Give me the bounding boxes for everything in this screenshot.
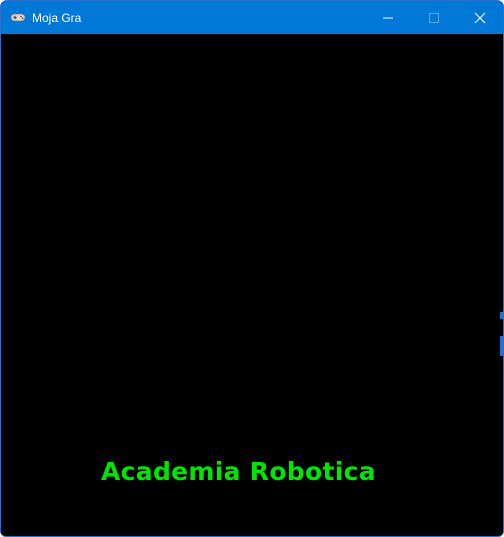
minimize-icon [383, 17, 393, 19]
close-button[interactable] [457, 1, 503, 34]
gamepad-icon [10, 10, 26, 24]
window-edge-marker [500, 336, 504, 356]
window-edge-marker [500, 312, 504, 319]
minimize-button[interactable] [365, 1, 411, 34]
close-icon [474, 12, 486, 24]
window-title: Moja Gra [32, 11, 82, 25]
game-title-text: Academia Robotica [101, 457, 376, 486]
app-window: Moja Gra Academia Robotica [0, 0, 504, 537]
maximize-icon [429, 13, 439, 23]
title-bar[interactable]: Moja Gra [1, 1, 503, 34]
game-canvas[interactable]: Academia Robotica [1, 34, 503, 536]
maximize-button[interactable] [411, 1, 457, 34]
